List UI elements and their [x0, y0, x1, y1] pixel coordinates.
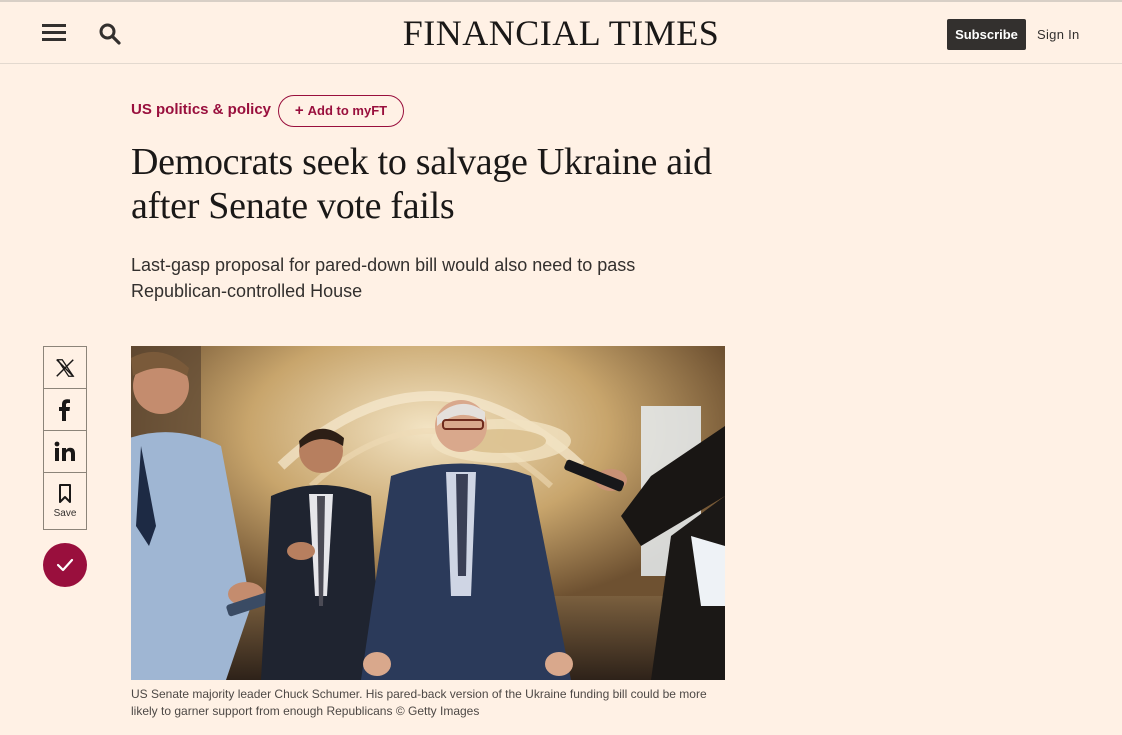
plus-icon: + — [294, 102, 304, 119]
add-to-myft-button[interactable]: + Add to myFT — [278, 95, 404, 127]
article-standfirst: Last-gasp proposal for pared-down bill w… — [131, 255, 636, 301]
follow-check-button[interactable] — [43, 543, 87, 587]
topic-link[interactable]: US politics & policy — [131, 101, 271, 118]
share-bar: Save — [43, 346, 87, 530]
share-facebook-button[interactable] — [43, 388, 87, 431]
subscribe-button[interactable]: Subscribe — [947, 19, 1026, 50]
x-icon — [56, 358, 75, 377]
linkedin-icon — [54, 441, 75, 461]
share-linkedin-button[interactable] — [43, 430, 87, 473]
check-icon — [56, 558, 74, 572]
save-button[interactable]: Save — [43, 472, 87, 530]
photo-caption: US Senate majority leader Chuck Schumer.… — [131, 687, 707, 718]
article-headline: Democrats seek to salvage Ukraine aid af… — [131, 141, 712, 227]
save-label: Save — [53, 507, 77, 519]
add-to-myft-label: Add to myFT — [307, 103, 388, 118]
share-x-button[interactable] — [43, 346, 87, 389]
article-photo — [131, 346, 725, 680]
facebook-icon — [59, 398, 70, 421]
site-header: FINANCIAL TIMES Subscribe Sign In — [0, 2, 1122, 64]
photo-illustration — [131, 346, 725, 680]
bookmark-icon — [59, 483, 71, 503]
sign-in-link[interactable]: Sign In — [1037, 27, 1080, 42]
